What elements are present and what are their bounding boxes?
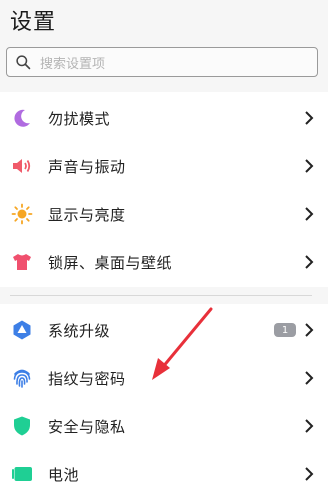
section-divider <box>10 295 312 296</box>
chevron-right-icon <box>305 371 314 385</box>
row-label: 显示与亮度 <box>48 205 126 224</box>
row-label: 电池 <box>48 465 80 484</box>
chevron-right-icon <box>305 111 314 125</box>
battery-icon <box>11 463 33 485</box>
row-fingerprint-password[interactable]: 指纹与密码 <box>0 354 328 402</box>
row-battery[interactable]: 电池 <box>0 450 328 494</box>
row-label: 勿扰模式 <box>48 109 111 128</box>
page-title: 设置 <box>10 10 57 35</box>
search-icon <box>16 54 31 69</box>
row-do-not-disturb[interactable]: 勿扰模式 <box>0 94 328 142</box>
row-label: 声音与振动 <box>48 157 126 176</box>
row-sound-vibration[interactable]: 声音与振动 <box>0 142 328 190</box>
row-display-brightness[interactable]: 显示与亮度 <box>0 190 328 238</box>
row-security-privacy[interactable]: 安全与隐私 <box>0 402 328 450</box>
row-system-update[interactable]: 系统升级 1 <box>0 306 328 354</box>
chevron-right-icon <box>305 419 314 433</box>
row-label: 指纹与密码 <box>48 369 126 388</box>
row-label: 锁屏、桌面与壁纸 <box>48 253 173 272</box>
shield-icon <box>11 415 33 437</box>
update-count-badge: 1 <box>274 323 296 337</box>
settings-group-1: 勿扰模式 声音与振动 显示与亮度 锁屏、桌面与壁纸 <box>0 92 328 287</box>
update-icon <box>11 319 33 341</box>
tshirt-icon <box>11 251 33 273</box>
moon-icon <box>11 107 33 129</box>
settings-group-2: 系统升级 1 指纹与密码 安全与隐私 电池 <box>0 304 328 494</box>
chevron-right-icon <box>305 255 314 269</box>
search-placeholder: 搜索设置项 <box>40 56 106 72</box>
sun-icon <box>11 203 33 225</box>
speaker-icon <box>11 155 33 177</box>
chevron-right-icon <box>305 207 314 221</box>
row-label: 系统升级 <box>48 321 111 340</box>
row-label: 安全与隐私 <box>48 417 126 436</box>
chevron-right-icon <box>305 467 314 481</box>
search-field[interactable]: 搜索设置项 <box>6 47 318 77</box>
fingerprint-icon <box>11 367 33 389</box>
row-lockscreen-wallpaper[interactable]: 锁屏、桌面与壁纸 <box>0 238 328 286</box>
chevron-right-icon <box>305 323 314 337</box>
chevron-right-icon <box>305 159 314 173</box>
